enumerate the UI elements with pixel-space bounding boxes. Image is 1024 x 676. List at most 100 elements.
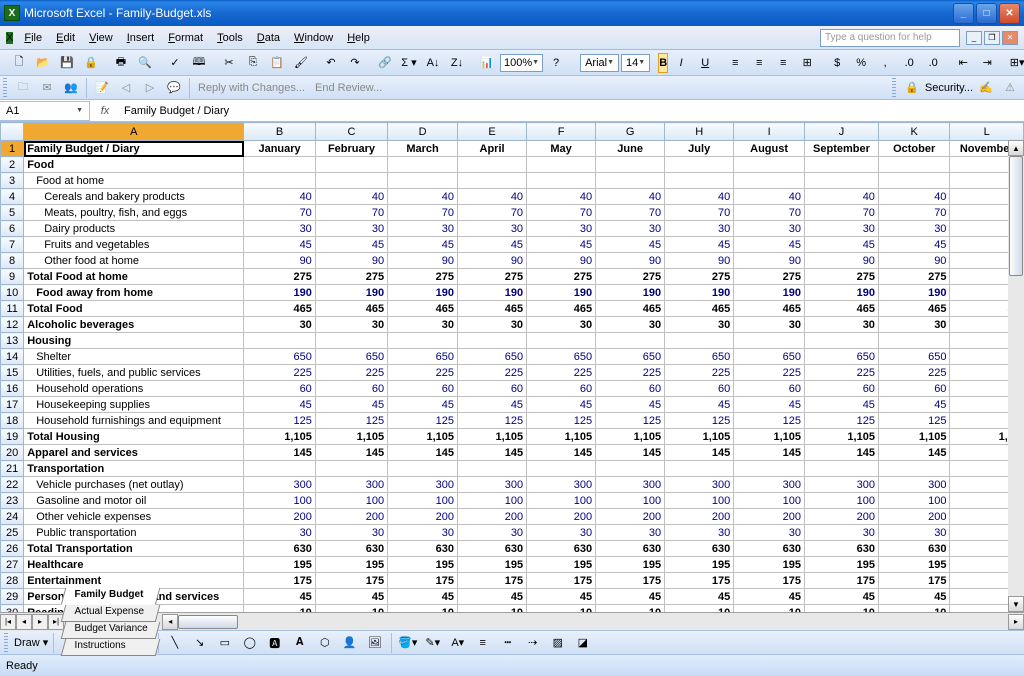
permission-button[interactable]: 🔒 (80, 52, 102, 74)
italic-button[interactable]: I (670, 52, 692, 74)
cell[interactable]: 30 (388, 317, 458, 333)
cell[interactable]: 465 (244, 301, 316, 317)
cell[interactable]: 45 (878, 397, 950, 413)
cell[interactable]: 10 (878, 605, 950, 613)
cell[interactable]: 70 (804, 205, 878, 221)
macro-security-button[interactable]: ⚠ (999, 77, 1021, 99)
row-header[interactable]: 28 (1, 573, 24, 589)
row-header[interactable]: 3 (1, 173, 24, 189)
row-header[interactable]: 27 (1, 557, 24, 573)
cell[interactable]: 125 (734, 413, 805, 429)
cell[interactable]: 125 (315, 413, 387, 429)
cell[interactable]: 175 (244, 573, 316, 589)
show-comment-button[interactable]: 💬 (163, 77, 185, 99)
cell[interactable]: 225 (804, 365, 878, 381)
cell[interactable]: 70 (315, 205, 387, 221)
rectangle-button[interactable]: ▭ (214, 632, 236, 654)
cell[interactable]: 465 (315, 301, 387, 317)
cell[interactable]: 190 (315, 285, 387, 301)
cell[interactable] (734, 173, 805, 189)
cell[interactable]: 300 (458, 477, 527, 493)
row-header[interactable]: 22 (1, 477, 24, 493)
cell[interactable]: Total Housing (24, 429, 244, 445)
scroll-right-button[interactable]: ▸ (1008, 614, 1024, 630)
cell[interactable] (665, 157, 734, 173)
cell[interactable]: 70 (665, 205, 734, 221)
cell[interactable]: 1,105 (527, 429, 596, 445)
cell[interactable]: 190 (596, 285, 665, 301)
cell[interactable]: 45 (804, 397, 878, 413)
cell[interactable]: 1,105 (388, 429, 458, 445)
cell[interactable]: 465 (388, 301, 458, 317)
increase-indent-button[interactable]: ⇥ (976, 52, 998, 74)
textbox-button[interactable]: 🅰 (264, 632, 286, 654)
cell[interactable]: 195 (527, 557, 596, 573)
row-header[interactable]: 9 (1, 269, 24, 285)
cell[interactable]: 275 (315, 269, 387, 285)
scroll-left-button[interactable]: ◂ (162, 614, 178, 630)
cell[interactable]: 145 (596, 445, 665, 461)
cell[interactable] (388, 333, 458, 349)
cell[interactable]: February (315, 141, 387, 157)
format-painter-button[interactable]: 🖌 (290, 52, 312, 74)
cell[interactable]: 70 (527, 205, 596, 221)
cell[interactable]: 650 (458, 349, 527, 365)
cell[interactable]: 60 (804, 381, 878, 397)
cell[interactable]: 225 (315, 365, 387, 381)
cell[interactable]: 145 (315, 445, 387, 461)
cell[interactable] (315, 157, 387, 173)
new-comment-button[interactable]: 📝 (91, 77, 113, 99)
cell[interactable]: Alcoholic beverages (24, 317, 244, 333)
cell[interactable]: 60 (878, 381, 950, 397)
cell[interactable]: 10 (244, 605, 316, 613)
cell[interactable]: 30 (458, 221, 527, 237)
cell[interactable]: 225 (734, 365, 805, 381)
cell[interactable]: 60 (388, 381, 458, 397)
cell[interactable]: Other vehicle expenses (24, 509, 244, 525)
cell[interactable]: 300 (527, 477, 596, 493)
cell[interactable]: 70 (244, 205, 316, 221)
cell[interactable]: 630 (596, 541, 665, 557)
cell[interactable]: 195 (388, 557, 458, 573)
cell[interactable]: 45 (458, 589, 527, 605)
merge-center-button[interactable]: ⊞ (796, 52, 818, 74)
row-header[interactable]: 8 (1, 253, 24, 269)
column-header[interactable]: K (878, 123, 950, 141)
cell[interactable]: 45 (315, 237, 387, 253)
cell[interactable]: 45 (244, 397, 316, 413)
cell[interactable]: 60 (734, 381, 805, 397)
cell[interactable] (878, 173, 950, 189)
cell[interactable]: 630 (734, 541, 805, 557)
cell[interactable]: 650 (596, 349, 665, 365)
cell[interactable]: 100 (388, 493, 458, 509)
cell[interactable]: 30 (878, 221, 950, 237)
sort-desc-button[interactable]: Z↓ (446, 52, 468, 74)
3d-button[interactable]: ◪ (572, 632, 594, 654)
cell[interactable]: 200 (315, 509, 387, 525)
sign-button[interactable]: ✍ (975, 77, 997, 99)
column-header[interactable]: I (734, 123, 805, 141)
worksheet-grid[interactable]: ABCDEFGHIJKL1Family Budget / DiaryJanuar… (0, 122, 1024, 612)
cell[interactable]: 300 (734, 477, 805, 493)
sheet-tab[interactable]: Instructions (61, 639, 161, 656)
cell[interactable] (315, 333, 387, 349)
cell[interactable]: 40 (596, 189, 665, 205)
cell[interactable] (734, 157, 805, 173)
cell[interactable]: 1,105 (665, 429, 734, 445)
cell[interactable] (388, 157, 458, 173)
column-header[interactable]: F (527, 123, 596, 141)
cell[interactable]: June (596, 141, 665, 157)
cell[interactable]: 200 (244, 509, 316, 525)
cell[interactable]: 40 (734, 189, 805, 205)
row-header[interactable]: 2 (1, 157, 24, 173)
cell[interactable]: 10 (804, 605, 878, 613)
cell[interactable]: Dairy products (24, 221, 244, 237)
cell[interactable]: 300 (878, 477, 950, 493)
cell[interactable]: 125 (596, 413, 665, 429)
column-header[interactable]: H (665, 123, 734, 141)
cell[interactable]: 100 (596, 493, 665, 509)
cell[interactable]: 190 (878, 285, 950, 301)
tab-first-button[interactable]: |◂ (0, 614, 16, 630)
toolbar-grip[interactable] (4, 633, 8, 653)
cell[interactable]: 45 (458, 397, 527, 413)
